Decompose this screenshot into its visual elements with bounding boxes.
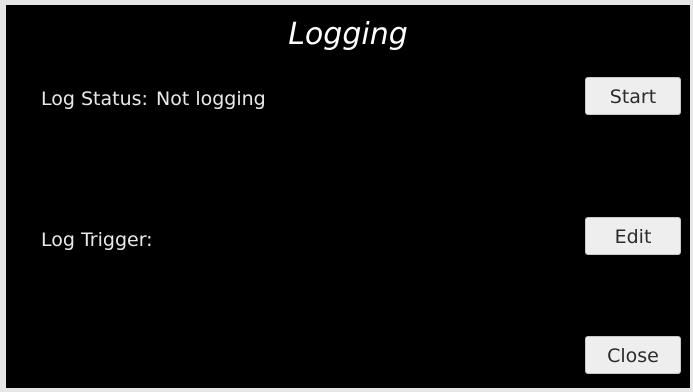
page-title: Logging	[288, 17, 408, 52]
log-trigger-label: Log Trigger:	[41, 229, 153, 251]
logging-dialog: Logging Log Status: Not logging Start Lo…	[6, 5, 690, 388]
window-frame: Logging Log Status: Not logging Start Lo…	[0, 0, 693, 392]
log-status-label: Log Status:	[41, 88, 148, 110]
edit-button[interactable]: Edit	[585, 217, 681, 255]
log-status-value: Not logging	[156, 88, 266, 110]
close-button[interactable]: Close	[585, 336, 681, 374]
start-button[interactable]: Start	[585, 77, 681, 115]
